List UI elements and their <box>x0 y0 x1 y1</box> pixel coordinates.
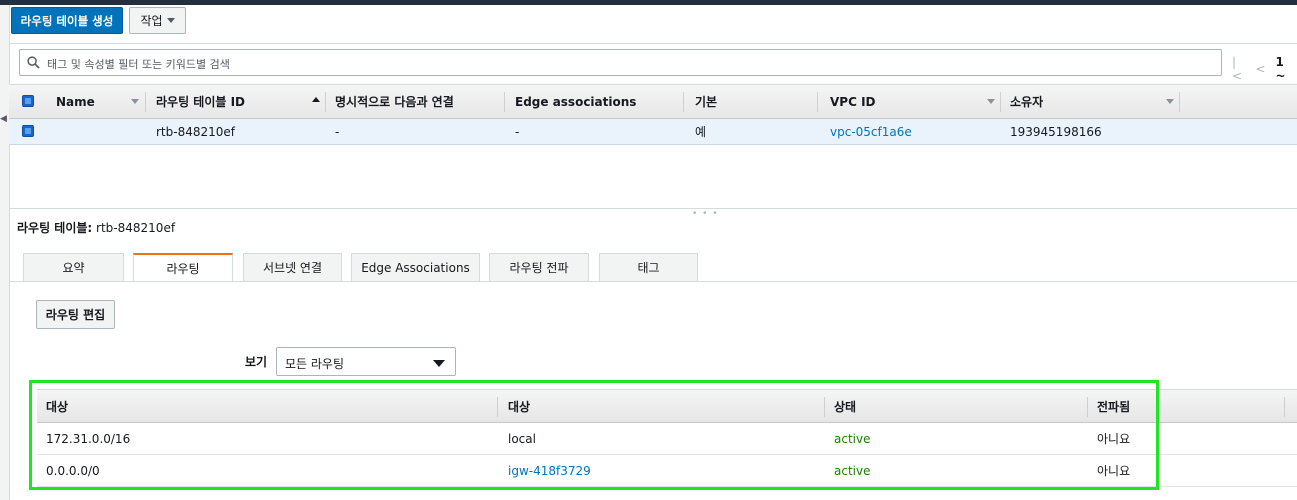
prev-page-icon[interactable]: < <box>1255 62 1265 76</box>
tab-edge-associations[interactable]: Edge Associations <box>351 253 480 281</box>
column-divider <box>1000 92 1001 112</box>
column-divider <box>1087 397 1088 417</box>
create-route-table-button[interactable]: 라우팅 테이블 생성 <box>11 7 123 34</box>
pagination: |< < 1 ~ <box>1232 55 1297 83</box>
route-target-link[interactable]: igw-418f3729 <box>508 455 591 486</box>
cell-edge-associations: - <box>515 124 520 139</box>
sort-ascending-icon[interactable] <box>312 97 320 102</box>
column-header-destination[interactable]: 대상 <box>46 390 68 422</box>
view-label: 보기 <box>245 355 268 369</box>
view-select-value: 모든 라우팅 <box>285 357 345 371</box>
chevron-down-icon <box>166 18 175 23</box>
column-divider <box>824 397 825 417</box>
tab-routes[interactable]: 라우팅 <box>133 253 233 282</box>
view-select[interactable]: 모든 라우팅 <box>276 347 456 376</box>
tab-tags[interactable]: 태그 <box>599 253 698 281</box>
left-collapse-rail[interactable] <box>0 5 10 500</box>
cell-main: 예 <box>695 125 707 139</box>
edit-routes-button[interactable]: 라우팅 편집 <box>36 300 115 329</box>
column-divider <box>325 92 326 112</box>
select-all-checkbox[interactable] <box>22 95 34 107</box>
route-row: 172.31.0.0/16 local active 아니요 <box>37 423 1297 455</box>
route-target: local <box>508 431 536 446</box>
collapse-left-icon[interactable]: ◀ <box>0 114 7 124</box>
routes-table-header: 대상 대상 상태 전파됨 <box>37 389 1297 423</box>
column-header-owner[interactable]: 소유자 <box>1010 85 1043 118</box>
column-header-name[interactable]: Name <box>56 85 95 118</box>
page-range: 1 ~ <box>1275 55 1286 83</box>
column-divider <box>497 397 498 417</box>
route-destination: 0.0.0.0/0 <box>46 463 100 478</box>
actions-dropdown-button[interactable]: 작업 <box>129 7 186 34</box>
route-propagated: 아니요 <box>1097 464 1131 478</box>
route-status: active <box>834 463 871 478</box>
column-header-target[interactable]: 대상 <box>508 390 530 422</box>
toolbar-divider <box>9 43 1297 44</box>
column-header-status[interactable]: 상태 <box>834 390 856 422</box>
first-page-icon[interactable]: |< <box>1232 55 1245 83</box>
chevron-down-icon <box>433 360 445 367</box>
table-header: Name 라우팅 테이블 ID 명시적으로 다음과 연결 Edge associ… <box>9 84 1297 119</box>
cell-owner: 193945198166 <box>1010 124 1102 139</box>
route-status: active <box>834 431 871 446</box>
column-divider <box>145 92 146 112</box>
route-propagated: 아니요 <box>1097 432 1131 446</box>
table-row[interactable]: rtb-848210ef - - 예 vpc-05cf1a6e 19394519… <box>9 119 1297 145</box>
search-input[interactable]: 태그 및 속성별 필터 또는 키워드별 검색 <box>19 49 1222 76</box>
top-bar <box>0 0 1297 5</box>
vpc-id-link[interactable]: vpc-05cf1a6e <box>830 119 912 144</box>
detail-title-value: rtb-848210ef <box>96 221 176 235</box>
column-header-main[interactable]: 기본 <box>695 85 717 118</box>
sort-icon[interactable] <box>131 99 139 104</box>
tabs-divider <box>9 281 1297 282</box>
route-row: 0.0.0.0/0 igw-418f3729 active 아니요 <box>37 455 1297 487</box>
column-divider <box>683 92 684 112</box>
sort-icon[interactable] <box>1166 99 1174 104</box>
row-checkbox[interactable] <box>22 125 34 137</box>
column-header-vpc-id[interactable]: VPC ID <box>830 85 876 118</box>
column-header-route-table-id[interactable]: 라우팅 테이블 ID <box>156 85 245 118</box>
cell-route-table-id: rtb-848210ef <box>156 124 236 139</box>
detail-title-label: 라우팅 테이블: <box>17 221 93 235</box>
column-header-propagated[interactable]: 전파됨 <box>1097 390 1130 422</box>
column-divider <box>1284 397 1285 417</box>
detail-title: 라우팅 테이블: rtb-848210ef <box>17 219 175 236</box>
column-divider <box>504 92 505 112</box>
column-divider <box>1179 92 1180 112</box>
tab-summary[interactable]: 요약 <box>23 253 124 281</box>
route-destination: 172.31.0.0/16 <box>46 431 131 446</box>
tab-route-propagation[interactable]: 라우팅 전파 <box>489 253 589 281</box>
resize-grip-icon[interactable]: • • • <box>692 209 719 219</box>
search-icon <box>27 56 40 69</box>
cell-explicit-associations: - <box>335 124 340 139</box>
tab-subnet-associations[interactable]: 서브넷 연결 <box>243 253 342 281</box>
actions-label: 작업 <box>140 14 163 28</box>
split-pane-divider[interactable] <box>9 208 1297 209</box>
column-header-edge-associations[interactable]: Edge associations <box>515 85 636 118</box>
sort-icon[interactable] <box>987 99 995 104</box>
search-placeholder: 태그 및 속성별 필터 또는 키워드별 검색 <box>47 58 230 71</box>
column-divider <box>817 92 818 112</box>
column-header-explicit-associations[interactable]: 명시적으로 다음과 연결 <box>335 85 454 118</box>
